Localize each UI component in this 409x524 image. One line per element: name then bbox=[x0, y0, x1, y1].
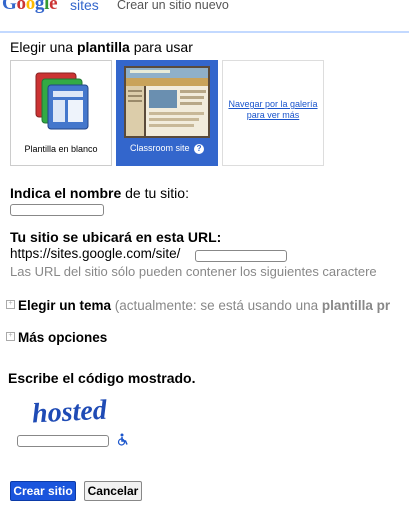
template-blank[interactable]: Plantilla en blanco bbox=[10, 60, 112, 166]
accessibility-icon[interactable] bbox=[117, 433, 129, 446]
site-name-input[interactable] bbox=[10, 204, 104, 216]
template-classroom-label: Classroom site ? bbox=[117, 143, 217, 154]
captcha-input[interactable] bbox=[17, 435, 109, 447]
site-url-input[interactable] bbox=[195, 250, 287, 262]
template-classroom[interactable]: Classroom site ? bbox=[116, 60, 218, 166]
svg-text:hosted: hosted bbox=[31, 395, 108, 428]
classroom-template-thumbnail bbox=[124, 66, 210, 138]
more-options-expander[interactable]: + Más opciones bbox=[6, 330, 107, 345]
cancel-button[interactable]: Cancelar bbox=[84, 481, 142, 501]
template-picker: Plantilla en blanco Classroom site ? Nav… bbox=[10, 60, 409, 166]
choose-theme-expander[interactable]: + Elegir un tema (actualmente: se está us… bbox=[6, 298, 390, 313]
page-subtitle: Crear un sitio nuevo bbox=[117, 0, 229, 12]
help-icon[interactable]: ? bbox=[194, 143, 205, 154]
header-divider bbox=[0, 31, 409, 33]
template-blank-label: Plantilla en blanco bbox=[24, 144, 98, 154]
google-logo[interactable]: Google bbox=[2, 0, 58, 15]
template-gallery: Navegar por la galería para ver más bbox=[222, 60, 324, 166]
product-name: sites bbox=[70, 0, 99, 13]
create-site-button[interactable]: Crear sitio bbox=[10, 481, 76, 501]
sites-pages-icon bbox=[35, 72, 89, 130]
browse-gallery-link[interactable]: Navegar por la galería para ver más bbox=[223, 99, 323, 121]
template-heading: Elegir una plantilla para usar bbox=[10, 39, 193, 55]
site-name-label: Indica el nombre de tu sitio: bbox=[10, 185, 189, 201]
expand-icon: + bbox=[6, 332, 15, 341]
captcha-label: Escribe el código mostrado. bbox=[8, 370, 196, 386]
page-header: Google sites Crear un sitio nuevo bbox=[0, 0, 409, 30]
expand-icon: + bbox=[6, 300, 15, 309]
site-url-label: Tu sitio se ubicará en esta URL: bbox=[10, 229, 222, 245]
captcha-image: hosted bbox=[31, 395, 108, 428]
url-help-note: Las URL del sitio sólo pueden contener l… bbox=[10, 264, 377, 279]
site-url-prefix: https://sites.google.com/site/ bbox=[10, 246, 181, 261]
